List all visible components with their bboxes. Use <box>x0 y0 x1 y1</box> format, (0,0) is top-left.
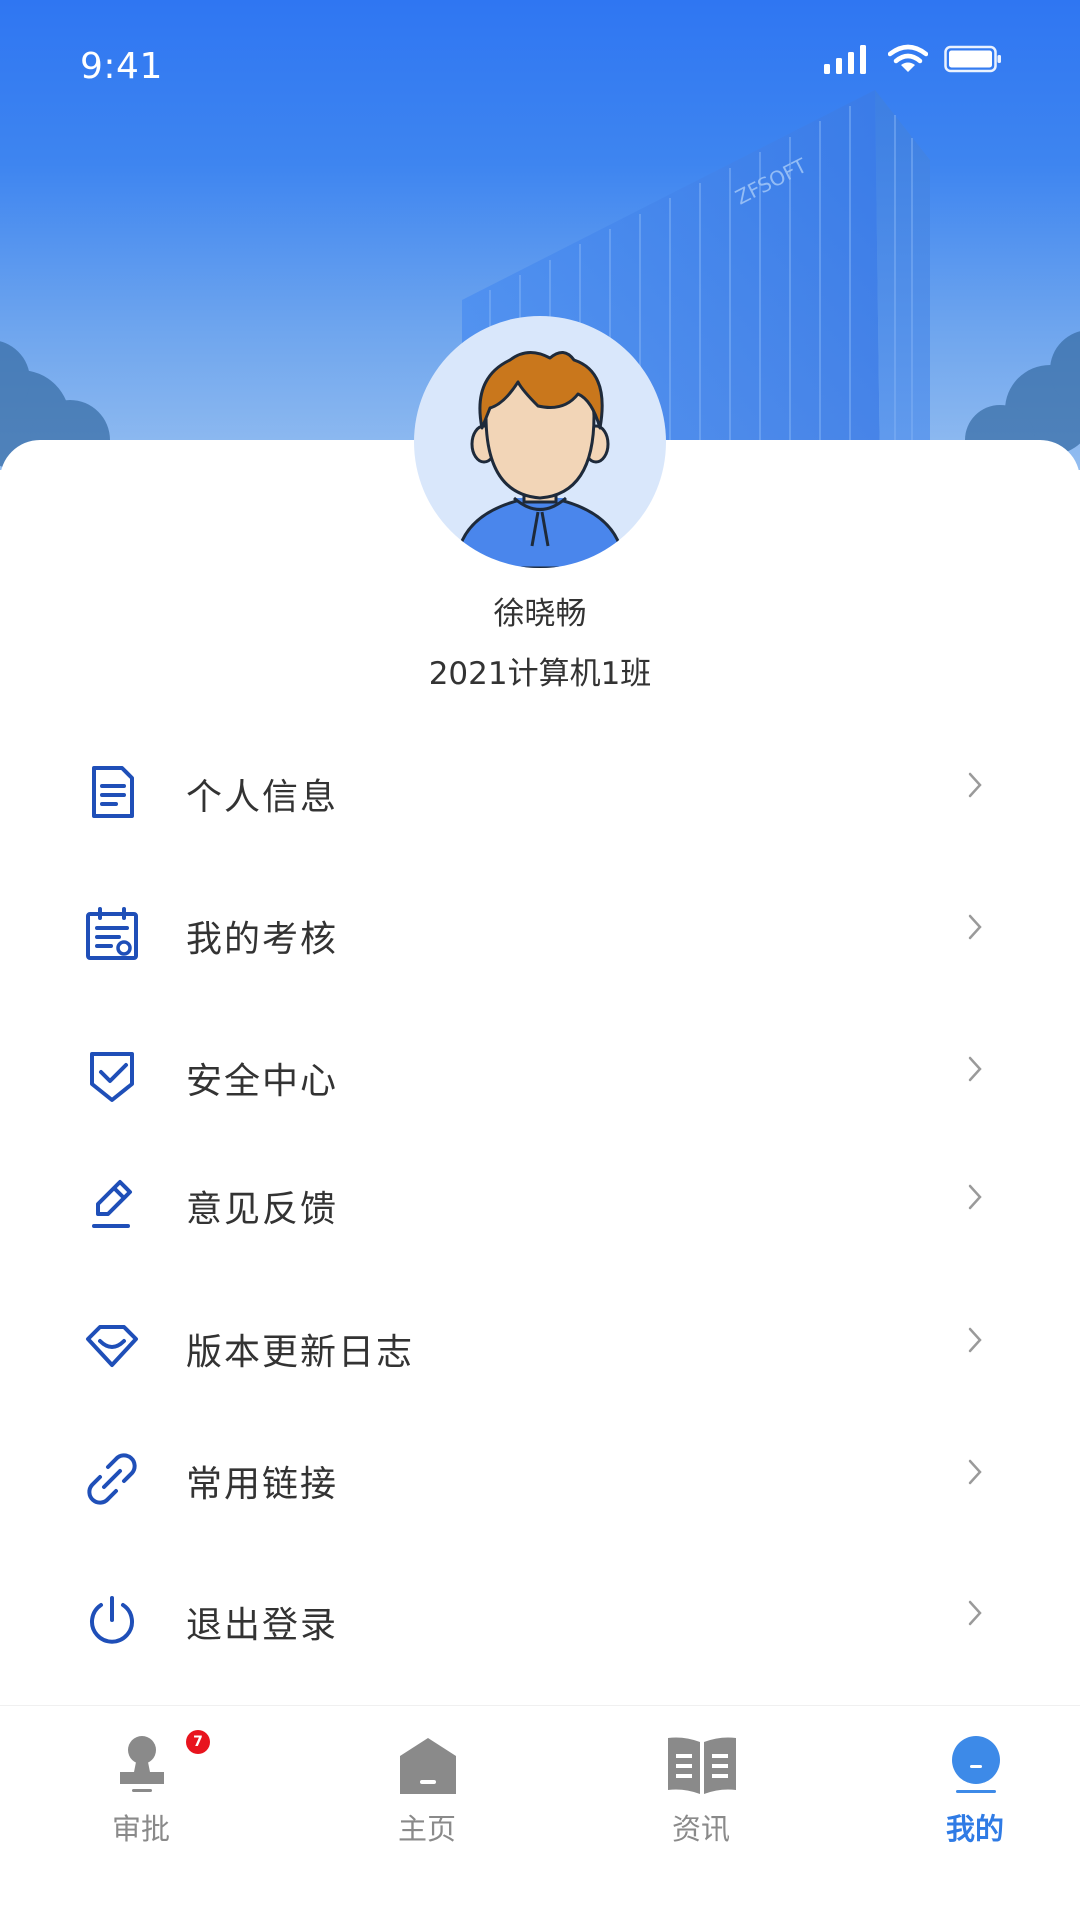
wifi-icon <box>888 44 928 72</box>
assessment-icon <box>86 907 138 960</box>
tab-label: 审批 <box>111 1812 170 1846</box>
tab-label: 主页 <box>397 1812 456 1846</box>
pen-icon <box>92 1180 132 1228</box>
menu-label: 退出登录 <box>186 1605 339 1646</box>
avatar[interactable] <box>414 316 666 568</box>
menu-item-common-links[interactable]: 常用链接 <box>0 1425 1080 1535</box>
menu-label: 个人信息 <box>186 777 339 818</box>
status-time: 9:41 <box>80 46 163 87</box>
menu-item-security-center[interactable]: 安全中心 <box>0 1022 1080 1132</box>
menu-item-personal-info[interactable]: 个人信息 <box>0 738 1080 848</box>
chevron-right-icon <box>968 1327 982 1353</box>
document-icon <box>92 766 134 818</box>
approval-badge: 7 <box>186 1730 210 1754</box>
chevron-right-icon <box>968 1600 982 1626</box>
menu-label: 常用链接 <box>186 1464 339 1505</box>
user-class: 2021计算机1班 <box>428 656 652 692</box>
user-icon <box>952 1736 1000 1793</box>
power-icon <box>90 1596 134 1644</box>
link-icon <box>87 1453 137 1505</box>
user-avatar-image <box>458 351 622 568</box>
book-icon <box>668 1737 736 1794</box>
tab-approval[interactable]: 7 审批 <box>66 1730 216 1864</box>
chevron-right-icon <box>968 1056 982 1082</box>
menu-item-changelog[interactable]: 版本更新日志 <box>0 1293 1080 1403</box>
chevron-right-icon <box>968 1184 982 1210</box>
menu-label: 安全中心 <box>186 1061 339 1102</box>
menu-label: 意见反馈 <box>186 1189 339 1230</box>
tab-mine[interactable]: 我的 <box>900 1734 1050 1864</box>
tab-label: 我的 <box>945 1812 1004 1846</box>
tab-label: 资讯 <box>671 1812 730 1846</box>
chevron-right-icon <box>968 772 982 798</box>
shield-check-icon <box>90 1052 134 1102</box>
menu-item-my-assessment[interactable]: 我的考核 <box>0 880 1080 990</box>
diamond-icon <box>86 1325 138 1367</box>
user-name: 徐晓畅 <box>493 596 587 632</box>
tab-news[interactable]: 资讯 <box>626 1734 776 1864</box>
bottom-tab-bar: 7 审批 主页 资讯 我的 <box>0 1705 1080 1921</box>
chevron-right-icon <box>968 1459 982 1485</box>
status-bar: 9:41 <box>0 0 1080 140</box>
chevron-right-icon <box>968 914 982 940</box>
menu-item-feedback[interactable]: 意见反馈 <box>0 1150 1080 1260</box>
stamp-icon <box>120 1736 164 1792</box>
battery-icon <box>944 45 1001 73</box>
signal-icon <box>824 45 866 74</box>
tab-home[interactable]: 主页 <box>352 1734 502 1864</box>
menu-label: 我的考核 <box>186 919 339 960</box>
home-icon <box>400 1738 456 1794</box>
menu-label: 版本更新日志 <box>186 1332 415 1373</box>
menu-item-logout[interactable]: 退出登录 <box>0 1566 1080 1676</box>
